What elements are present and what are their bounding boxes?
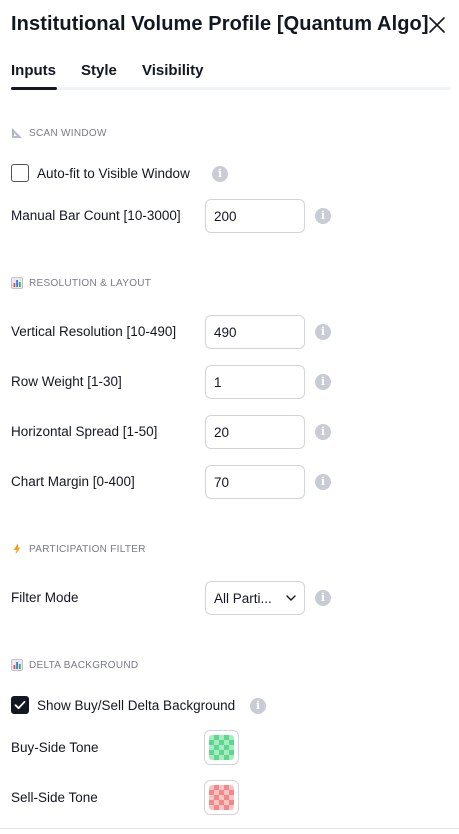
info-icon[interactable]: i xyxy=(315,374,331,390)
section-title: DELTA BACKGROUND xyxy=(29,659,139,671)
chart-margin-label: Chart Margin [0-400] xyxy=(11,474,135,489)
horizontal-spread-input[interactable] xyxy=(205,415,305,449)
info-icon[interactable]: i xyxy=(212,166,228,182)
tab-inputs[interactable]: Inputs xyxy=(11,62,56,79)
buy-side-color-fill xyxy=(209,735,234,760)
tab-style[interactable]: Style xyxy=(81,62,117,79)
vertical-resolution-label: Vertical Resolution [10-490] xyxy=(11,324,177,339)
checkmark-icon xyxy=(14,700,26,710)
info-icon[interactable]: i xyxy=(315,208,331,224)
info-icon[interactable]: i xyxy=(315,474,331,490)
close-icon[interactable] xyxy=(427,15,447,35)
buy-side-color-swatch[interactable] xyxy=(204,730,239,765)
section-participation-filter: PARTICIPATION FILTER xyxy=(11,541,146,557)
triangle-ruler-icon xyxy=(12,128,22,138)
sell-side-color-swatch[interactable] xyxy=(204,780,239,815)
dialog-header: Institutional Volume Profile [Quantum Al… xyxy=(11,12,451,40)
auto-fit-label: Auto-fit to Visible Window xyxy=(37,166,190,181)
dialog-title: Institutional Volume Profile [Quantum Al… xyxy=(11,13,429,35)
show-delta-checkbox[interactable] xyxy=(11,696,29,714)
section-title: RESOLUTION & LAYOUT xyxy=(29,277,152,289)
row-weight-input[interactable] xyxy=(205,365,305,399)
close-button[interactable] xyxy=(427,15,447,35)
sell-side-tone-label: Sell-Side Tone xyxy=(11,790,98,805)
filter-mode-value: All Parti... xyxy=(214,591,272,606)
section-delta-background: DELTA BACKGROUND xyxy=(11,657,138,673)
info-icon[interactable]: i xyxy=(250,698,266,714)
section-resolution-layout: RESOLUTION & LAYOUT xyxy=(11,275,151,291)
chart-margin-input[interactable] xyxy=(205,465,305,499)
section-title: PARTICIPATION FILTER xyxy=(29,543,146,555)
info-icon[interactable]: i xyxy=(315,324,331,340)
tab-bar: Inputs Style Visibility xyxy=(11,60,451,92)
section-title: SCAN WINDOW xyxy=(29,127,107,139)
info-icon[interactable]: i xyxy=(315,424,331,440)
info-icon[interactable]: i xyxy=(315,590,331,606)
show-delta-label: Show Buy/Sell Delta Background xyxy=(37,698,236,713)
section-scan-window: SCAN WINDOW xyxy=(11,125,107,141)
manual-bar-count-label: Manual Bar Count [10-3000] xyxy=(11,208,181,223)
tab-track xyxy=(11,87,451,90)
sell-side-color-fill xyxy=(209,785,234,810)
chevron-down-icon xyxy=(286,595,296,601)
horizontal-spread-label: Horizontal Spread [1-50] xyxy=(11,424,158,439)
bar-chart-icon xyxy=(11,277,23,289)
bar-chart-icon xyxy=(11,659,23,671)
row-weight-label: Row Weight [1-30] xyxy=(11,374,122,389)
filter-mode-select[interactable]: All Parti... xyxy=(205,581,305,615)
auto-fit-checkbox[interactable] xyxy=(11,164,29,182)
footer-divider xyxy=(0,828,459,829)
buy-side-tone-label: Buy-Side Tone xyxy=(11,740,99,755)
active-tab-indicator xyxy=(11,87,57,90)
lightning-icon xyxy=(13,543,21,555)
manual-bar-count-input[interactable] xyxy=(205,199,305,233)
vertical-resolution-input[interactable] xyxy=(205,315,305,349)
tab-visibility[interactable]: Visibility xyxy=(142,62,203,79)
filter-mode-label: Filter Mode xyxy=(11,590,79,605)
